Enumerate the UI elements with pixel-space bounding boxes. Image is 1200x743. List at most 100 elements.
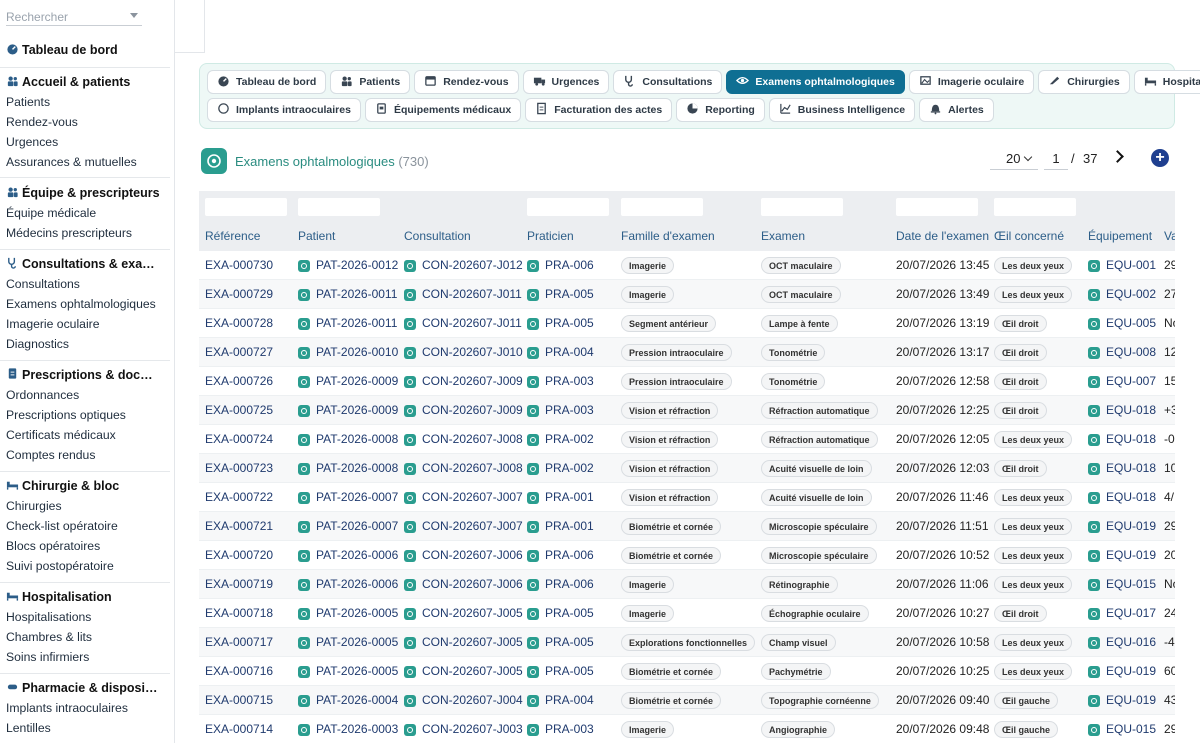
practitioner-link[interactable]: PRA-003	[527, 715, 594, 743]
equipment-link[interactable]: EQU-008	[1088, 338, 1156, 367]
nav-tab[interactable]: Équipements médicaux	[364, 98, 522, 122]
column-header[interactable]: Référence	[205, 229, 260, 243]
consultation-link[interactable]: CON-202607-J007	[404, 483, 523, 512]
equipment-link[interactable]: EQU-019	[1088, 686, 1156, 715]
nav-tab[interactable]: Examens ophtalmologiques	[726, 70, 905, 94]
consultation-link[interactable]: CON-202607-J006	[404, 541, 523, 570]
sidebar-item[interactable]: Médecins prescripteurs	[0, 223, 174, 243]
nav-tab[interactable]: Rendez-vous	[414, 70, 519, 94]
equipment-link[interactable]: EQU-007	[1088, 367, 1156, 396]
column-filter-input[interactable]	[298, 198, 380, 216]
patient-link[interactable]: PAT-2026-0010	[298, 338, 398, 367]
practitioner-link[interactable]: PRA-003	[527, 367, 594, 396]
sidebar-item[interactable]: Hospitalisations	[0, 607, 174, 627]
next-page-button[interactable]	[1112, 150, 1126, 164]
column-filter-input[interactable]	[896, 198, 978, 216]
column-header[interactable]: Va	[1164, 229, 1175, 243]
sidebar-item[interactable]: Comptes rendus	[0, 445, 174, 465]
consultation-link[interactable]: CON-202607-J012	[404, 251, 523, 280]
table-row[interactable]: EXA-000720 PAT-2026-0006 CON-202607-J006 PR…	[199, 541, 1175, 570]
sidebar-item[interactable]: Prescriptions optiques	[0, 405, 174, 425]
practitioner-link[interactable]: PRA-005	[527, 309, 594, 338]
exam-reference-link[interactable]: EXA-000718	[205, 599, 273, 628]
equipment-link[interactable]: EQU-015	[1088, 570, 1156, 599]
sidebar-item[interactable]: Soins infirmiers	[0, 647, 174, 667]
nav-tab[interactable]: Patients	[330, 70, 411, 94]
sidebar-item[interactable]: Lentilles	[0, 718, 174, 738]
equipment-link[interactable]: EQU-019	[1088, 657, 1156, 686]
consultation-link[interactable]: CON-202607-J008	[404, 454, 523, 483]
equipment-link[interactable]: EQU-017	[1088, 599, 1156, 628]
chevron-down-icon[interactable]	[130, 13, 138, 18]
practitioner-link[interactable]: PRA-005	[527, 280, 594, 309]
exam-reference-link[interactable]: EXA-000715	[205, 686, 273, 715]
patient-link[interactable]: PAT-2026-0005	[298, 599, 398, 628]
table-row[interactable]: EXA-000728 PAT-2026-0011 CON-202607-J011 PR…	[199, 309, 1175, 338]
exam-reference-link[interactable]: EXA-000727	[205, 338, 273, 367]
practitioner-link[interactable]: PRA-002	[527, 425, 594, 454]
consultation-link[interactable]: CON-202607-J006	[404, 570, 523, 599]
nav-tab[interactable]: Reporting	[676, 98, 765, 122]
column-header[interactable]: Date de l'examen	[896, 229, 989, 243]
exam-reference-link[interactable]: EXA-000724	[205, 425, 273, 454]
column-header[interactable]: Consultation	[404, 229, 471, 243]
consultation-link[interactable]: CON-202607-J010	[404, 338, 523, 367]
patient-link[interactable]: PAT-2026-0005	[298, 628, 398, 657]
column-header[interactable]: Équipement	[1088, 229, 1152, 243]
sidebar-dashboard[interactable]: Tableau de bord	[0, 40, 174, 60]
patient-link[interactable]: PAT-2026-0003	[298, 715, 398, 743]
consultation-link[interactable]: CON-202607-J009	[404, 367, 523, 396]
search-input[interactable]: Rechercher	[6, 6, 142, 26]
sidebar-item[interactable]: Examens ophtalmologiques	[0, 294, 174, 314]
patient-link[interactable]: PAT-2026-0005	[298, 657, 398, 686]
equipment-link[interactable]: EQU-015	[1088, 715, 1156, 743]
table-row[interactable]: EXA-000729 PAT-2026-0011 CON-202607-J011 PR…	[199, 280, 1175, 309]
table-row[interactable]: EXA-000726 PAT-2026-0009 CON-202607-J009 PR…	[199, 367, 1175, 396]
sidebar-item[interactable]: Urgences	[0, 132, 174, 152]
exam-reference-link[interactable]: EXA-000721	[205, 512, 273, 541]
practitioner-link[interactable]: PRA-002	[527, 454, 594, 483]
sidebar-item[interactable]: Diagnostics	[0, 334, 174, 354]
consultation-link[interactable]: CON-202607-J004	[404, 686, 523, 715]
consultation-link[interactable]: CON-202607-J009	[404, 396, 523, 425]
consultation-link[interactable]: CON-202607-J011	[404, 309, 522, 338]
table-row[interactable]: EXA-000714 PAT-2026-0003 CON-202607-J003 PR…	[199, 715, 1175, 743]
patient-link[interactable]: PAT-2026-0006	[298, 541, 398, 570]
nav-tab[interactable]: Consultations	[613, 70, 723, 94]
exam-reference-link[interactable]: EXA-000722	[205, 483, 273, 512]
sidebar-item[interactable]: Implants intraoculaires	[0, 698, 174, 718]
patient-link[interactable]: PAT-2026-0012	[298, 251, 398, 280]
practitioner-link[interactable]: PRA-005	[527, 657, 594, 686]
equipment-link[interactable]: EQU-019	[1088, 512, 1156, 541]
exam-reference-link[interactable]: EXA-000723	[205, 454, 273, 483]
patient-link[interactable]: PAT-2026-0007	[298, 512, 398, 541]
consultation-link[interactable]: CON-202607-J005	[404, 657, 523, 686]
sidebar-item[interactable]: Blocs opératoires	[0, 536, 174, 556]
table-row[interactable]: EXA-000718 PAT-2026-0005 CON-202607-J005 PR…	[199, 599, 1175, 628]
consultation-link[interactable]: CON-202607-J011	[404, 280, 522, 309]
table-row[interactable]: EXA-000717 PAT-2026-0005 CON-202607-J005 PR…	[199, 628, 1175, 657]
column-header[interactable]: Praticien	[527, 229, 574, 243]
nav-tab[interactable]: Urgences	[522, 70, 610, 94]
sidebar-section-header[interactable]: Hospitalisation	[0, 587, 174, 607]
exam-reference-link[interactable]: EXA-000729	[205, 280, 273, 309]
equipment-link[interactable]: EQU-018	[1088, 454, 1156, 483]
patient-link[interactable]: PAT-2026-0011	[298, 280, 397, 309]
consultation-link[interactable]: CON-202607-J005	[404, 628, 523, 657]
sidebar-item[interactable]: Équipe médicale	[0, 203, 174, 223]
nav-tab[interactable]: Facturation des actes	[525, 98, 673, 122]
patient-link[interactable]: PAT-2026-0009	[298, 367, 398, 396]
practitioner-link[interactable]: PRA-004	[527, 338, 594, 367]
column-filter-input[interactable]	[994, 198, 1076, 216]
sidebar-item[interactable]: Ordonnances	[0, 385, 174, 405]
patient-link[interactable]: PAT-2026-0008	[298, 454, 398, 483]
column-header[interactable]: Famille d'examen	[621, 229, 715, 243]
sidebar-item[interactable]: Chirurgies	[0, 496, 174, 516]
column-filter-input[interactable]	[761, 198, 843, 216]
nav-tab[interactable]: Implants intraoculaires	[207, 98, 361, 122]
per-page-select[interactable]: 20	[990, 148, 1038, 170]
practitioner-link[interactable]: PRA-006	[527, 541, 594, 570]
practitioner-link[interactable]: PRA-003	[527, 396, 594, 425]
exam-reference-link[interactable]: EXA-000716	[205, 657, 273, 686]
nav-tab[interactable]: Tableau de bord	[207, 70, 327, 94]
